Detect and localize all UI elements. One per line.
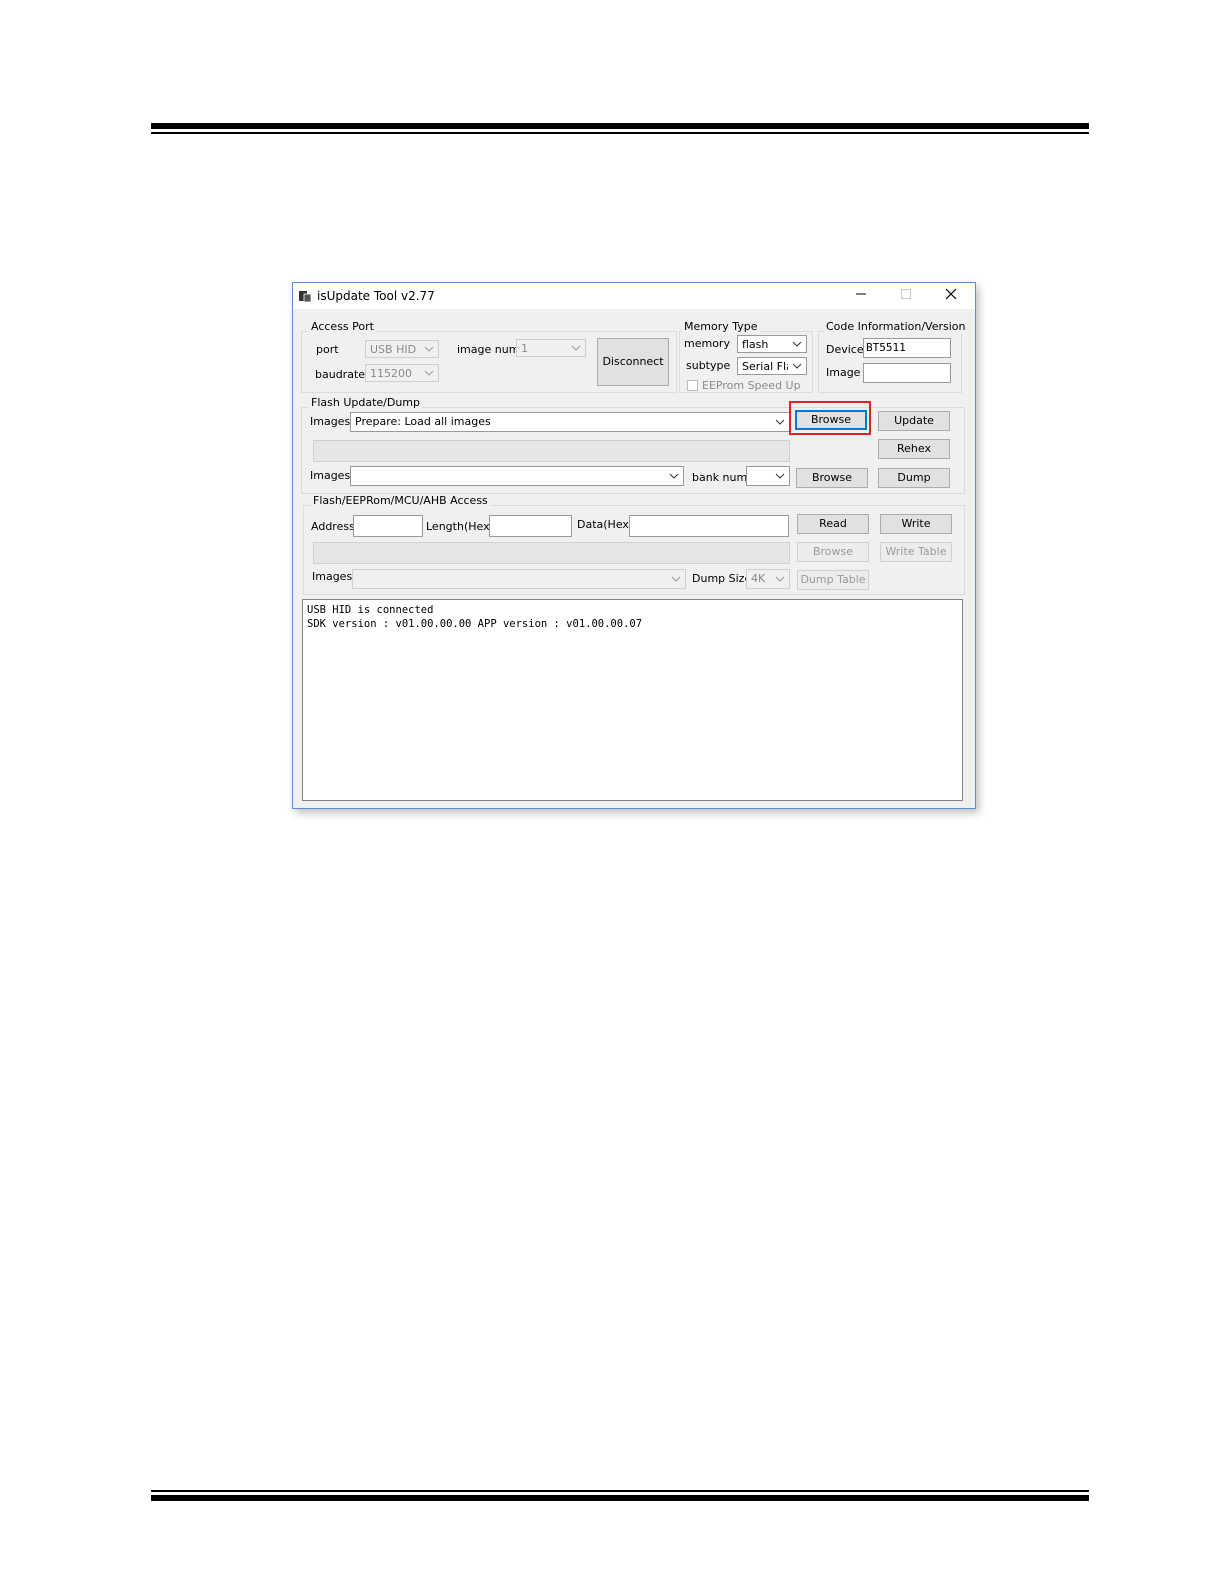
chevron-down-icon [424, 370, 434, 376]
browse-highlight-box [789, 401, 871, 435]
images2-label: Images [310, 469, 351, 482]
chevron-down-icon [792, 363, 802, 369]
baudrate-label: baudrate [315, 368, 366, 381]
port-label: port [316, 343, 339, 356]
dump-size-select[interactable]: 4K [746, 569, 790, 589]
address-label: Address [311, 520, 355, 533]
app-window: isUpdate Tool v2.77 Access Port port USB… [292, 282, 976, 809]
flash-update-progress-bar [313, 440, 790, 462]
minimize-button[interactable] [851, 287, 871, 305]
image-num-label: image num [457, 343, 520, 356]
chevron-down-icon [775, 473, 785, 479]
rehex-button[interactable]: Rehex [878, 439, 950, 459]
memory-select[interactable]: flash [737, 335, 807, 353]
address-input[interactable] [353, 515, 423, 537]
memory-type-title: Memory Type [682, 320, 760, 333]
write-button[interactable]: Write [880, 514, 952, 534]
flash-access-progress-bar [313, 542, 790, 564]
eeprom-speed-up-checkbox[interactable] [687, 380, 698, 391]
header-rule-thin [151, 132, 1089, 134]
footer-rule-thick [151, 1495, 1089, 1501]
browse-dump-button[interactable]: Browse [796, 468, 868, 488]
images-value: Prepare: Load all images [355, 415, 491, 428]
memory-label: memory [684, 337, 730, 350]
baudrate-value: 115200 [370, 367, 412, 380]
access-port-title: Access Port [309, 320, 376, 333]
image-field[interactable] [863, 363, 951, 383]
image-label: Image [826, 366, 861, 379]
images2-select[interactable] [350, 466, 684, 486]
chevron-down-icon [671, 576, 681, 582]
dump-size-label: Dump Size [692, 572, 752, 585]
maximize-icon [901, 289, 911, 299]
window-title: isUpdate Tool v2.77 [317, 289, 435, 303]
disconnect-button[interactable]: Disconnect [597, 338, 669, 386]
chevron-down-icon [424, 346, 434, 352]
images-label: Images [310, 415, 351, 428]
chevron-down-icon [669, 473, 679, 479]
access-images-select[interactable] [352, 569, 686, 589]
image-num-value: 1 [521, 342, 528, 355]
flash-update-title: Flash Update/Dump [309, 396, 423, 409]
chevron-down-icon [775, 576, 785, 582]
chevron-down-icon [571, 345, 581, 351]
subtype-label: subtype [686, 359, 731, 372]
flash-access-title: Flash/EEPRom/MCU/AHB Access [311, 494, 490, 507]
bank-num-label: bank num [692, 471, 748, 484]
bank-num-select[interactable] [746, 466, 790, 486]
data-input[interactable] [629, 515, 789, 537]
close-icon [945, 288, 957, 300]
minimize-icon [856, 293, 866, 295]
port-value: USB HID [370, 343, 417, 356]
browse-table-button[interactable]: Browse [797, 542, 869, 562]
eeprom-speed-up-label: EEProm Speed Up [702, 379, 801, 392]
log-output[interactable]: USB HID is connected SDK version : v01.0… [302, 599, 963, 801]
code-info-title: Code Information/Version [824, 320, 968, 333]
baudrate-select[interactable]: 115200 [365, 364, 439, 382]
header-rule-thick [151, 123, 1089, 129]
length-label: Length(Hex) [426, 520, 494, 533]
footer-rule-thin [151, 1490, 1089, 1492]
image-num-select[interactable]: 1 [516, 339, 586, 357]
memory-value: flash [742, 338, 769, 351]
device-field[interactable]: BT5511 [863, 338, 951, 358]
close-button[interactable] [941, 287, 961, 305]
access-images-label: Images [312, 570, 353, 583]
device-label: Device [826, 343, 864, 356]
device-value: BT5511 [866, 341, 906, 354]
length-input[interactable] [489, 515, 572, 537]
data-label: Data(Hex) [577, 518, 634, 531]
dump-table-button[interactable]: Dump Table [797, 570, 869, 590]
chevron-down-icon [792, 341, 802, 347]
port-select[interactable]: USB HID [365, 340, 439, 358]
chevron-down-icon [775, 419, 785, 425]
subtype-value: Serial Flash [742, 360, 788, 373]
dump-size-value: 4K [751, 572, 766, 585]
update-button[interactable]: Update [878, 411, 950, 431]
write-table-button[interactable]: Write Table [880, 542, 952, 562]
dump-button[interactable]: Dump [878, 468, 950, 488]
read-button[interactable]: Read [797, 514, 869, 534]
maximize-button[interactable] [896, 287, 916, 305]
app-icon [299, 291, 311, 302]
images-select[interactable]: Prepare: Load all images [350, 412, 790, 432]
subtype-select[interactable]: Serial Flash [737, 357, 807, 375]
title-bar[interactable]: isUpdate Tool v2.77 [293, 283, 975, 309]
